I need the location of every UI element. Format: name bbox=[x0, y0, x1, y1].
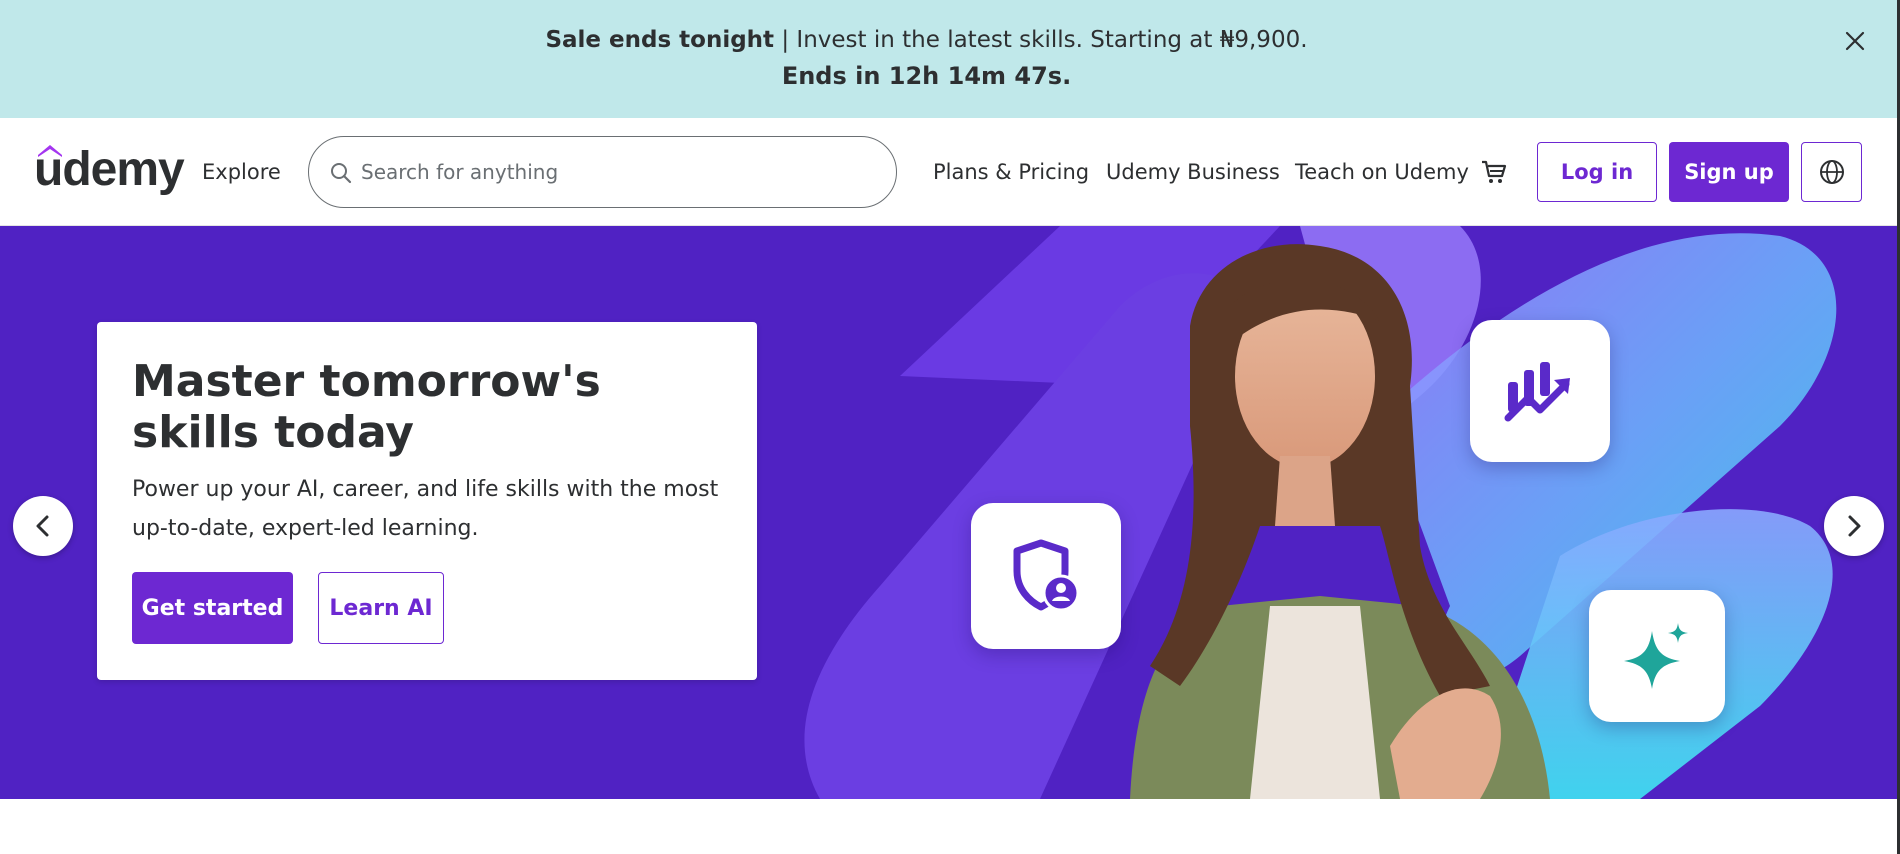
chart-growth-icon bbox=[1504, 362, 1570, 422]
cart-icon[interactable] bbox=[1480, 158, 1508, 186]
hero-subtitle: Power up your AI, career, and life skill… bbox=[132, 477, 719, 541]
hero-card: Master tomorrow's skills today Power up … bbox=[97, 322, 757, 680]
explore-menu[interactable]: Explore bbox=[202, 160, 281, 184]
hero-section: Master tomorrow's skills today Power up … bbox=[0, 226, 1900, 799]
close-icon bbox=[1845, 31, 1865, 51]
search-input[interactable] bbox=[361, 151, 861, 193]
sparkle-icon bbox=[1624, 623, 1688, 689]
get-started-button[interactable]: Get started bbox=[132, 572, 293, 644]
sale-banner: Sale ends tonight | Invest in the latest… bbox=[0, 0, 1900, 118]
logo-wordmark: udemy bbox=[34, 143, 185, 196]
login-button[interactable]: Log in bbox=[1537, 142, 1657, 202]
site-header: udemy Explore Plans & Pricing Udemy Busi… bbox=[0, 118, 1900, 226]
banner-message: Sale ends tonight | Invest in the latest… bbox=[0, 27, 1853, 53]
learn-ai-button[interactable]: Learn AI bbox=[318, 572, 444, 644]
udemy-business-link[interactable]: Udemy Business bbox=[1106, 160, 1280, 184]
security-tile bbox=[971, 503, 1121, 649]
page-body-start bbox=[0, 799, 1900, 854]
carousel-prev-button[interactable] bbox=[13, 496, 73, 556]
shield-user-icon bbox=[1013, 539, 1080, 612]
growth-tile bbox=[1470, 320, 1610, 462]
search-bar[interactable] bbox=[308, 136, 897, 208]
banner-sale-text: | Invest in the latest skills. Starting … bbox=[774, 27, 1308, 53]
globe-icon bbox=[1819, 160, 1844, 184]
ai-tile bbox=[1589, 590, 1725, 722]
teach-on-udemy-link[interactable]: Teach on Udemy bbox=[1295, 160, 1469, 184]
banner-close-button[interactable] bbox=[1838, 24, 1872, 58]
plans-pricing-link[interactable]: Plans & Pricing bbox=[933, 160, 1089, 184]
banner-countdown: Ends in 12h 14m 47s. bbox=[781, 62, 1072, 90]
carousel-next-button[interactable] bbox=[1824, 496, 1884, 556]
banner-sale-title: Sale ends tonight bbox=[545, 27, 775, 53]
chevron-left-icon bbox=[36, 515, 49, 537]
chevron-right-icon bbox=[1848, 515, 1861, 537]
search-icon bbox=[331, 163, 352, 184]
udemy-logo[interactable]: udemy bbox=[34, 143, 185, 199]
signup-button[interactable]: Sign up bbox=[1669, 142, 1789, 202]
language-button[interactable] bbox=[1801, 142, 1862, 202]
hero-title: Master tomorrow's skills today bbox=[132, 356, 601, 458]
